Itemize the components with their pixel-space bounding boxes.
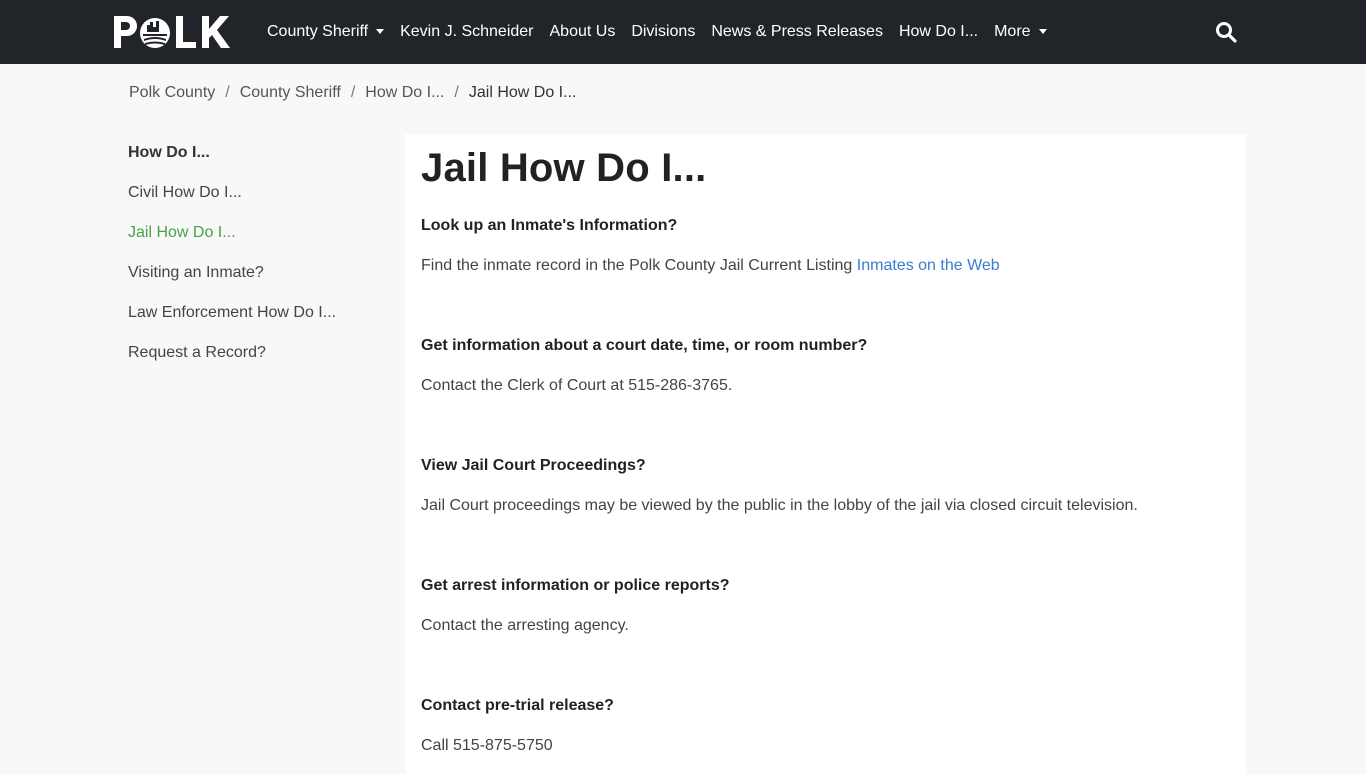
breadcrumb-how-do-i[interactable]: How Do I... — [365, 84, 444, 102]
nav-more-label: More — [994, 23, 1031, 40]
breadcrumb-separator: / — [225, 84, 230, 101]
top-navbar: County Sheriff Kevin J. Schneider About … — [0, 0, 1366, 64]
nav-about-us[interactable]: About Us — [542, 23, 624, 41]
search-button[interactable] — [1212, 18, 1240, 46]
faq-question: Get arrest information or police reports… — [421, 577, 730, 594]
breadcrumb-county-sheriff[interactable]: County Sheriff — [240, 84, 341, 102]
faq-question: Contact pre-trial release? — [421, 697, 614, 714]
sidebar-item-civil[interactable]: Civil How Do I... — [128, 180, 388, 220]
nav-divisions[interactable]: Divisions — [623, 23, 703, 41]
faq-section: Look up an Inmate's Information? Find th… — [421, 214, 1231, 278]
search-icon — [1216, 22, 1237, 43]
breadcrumb-separator: / — [350, 84, 356, 101]
polk-logo[interactable] — [112, 12, 244, 52]
faq-section: View Jail Court Proceedings? Jail Court … — [421, 454, 1231, 518]
page-title: Jail How Do I... — [421, 146, 707, 190]
sidebar-item-law-enforcement[interactable]: Law Enforcement How Do I... — [128, 300, 388, 340]
main-nav: County Sheriff Kevin J. Schneider About … — [259, 0, 1055, 64]
faq-answer: Jail Court proceedings may be viewed by … — [421, 497, 1138, 514]
faq-question: Get information about a court date, time… — [421, 337, 868, 354]
inmates-on-the-web-link[interactable]: Inmates on the Web — [857, 257, 1000, 274]
nav-more[interactable]: More — [986, 23, 1054, 41]
nav-divisions-label: Divisions — [631, 23, 696, 40]
nav-news-press[interactable]: News & Press Releases — [703, 23, 891, 41]
sidebar-item-jail[interactable]: Jail How Do I... — [128, 220, 388, 260]
sidebar-item-request-record[interactable]: Request a Record? — [128, 340, 388, 380]
faq-answer: Find the inmate record in the Polk Count… — [421, 254, 1231, 278]
caret-down-icon — [1038, 28, 1047, 34]
faq-question: View Jail Court Proceedings? — [421, 457, 646, 474]
nav-kevin-schneider-label: Kevin J. Schneider — [400, 23, 534, 40]
sidebar-nav: How Do I... Civil How Do I... Jail How D… — [128, 140, 388, 380]
faq-section: Get information about a court date, time… — [421, 334, 1231, 398]
faq-section: Get arrest information or police reports… — [421, 574, 1231, 638]
nav-kevin-schneider[interactable]: Kevin J. Schneider — [392, 23, 541, 41]
faq-question: Look up an Inmate's Information? — [421, 217, 678, 234]
main-content: Jail How Do I... Look up an Inmate's Inf… — [405, 134, 1246, 774]
sidebar-heading-how-do-i[interactable]: How Do I... — [128, 140, 388, 180]
faq-section: Contact pre-trial release? Call 515-875-… — [421, 694, 1231, 758]
nav-how-do-i-label: How Do I... — [898, 23, 979, 40]
breadcrumb-separator: / — [454, 84, 459, 101]
faq-answer: Contact the Clerk of Court at 515-286-37… — [421, 377, 733, 394]
nav-county-sheriff[interactable]: County Sheriff — [259, 23, 392, 41]
sidebar-item-visiting-inmate[interactable]: Visiting an Inmate? — [128, 260, 388, 300]
nav-news-press-label: News & Press Releases — [711, 23, 883, 40]
faq-answer-text: Find the inmate record in the Polk Count… — [421, 257, 853, 274]
breadcrumb-current: Jail How Do I... — [468, 84, 577, 101]
nav-about-us-label: About Us — [549, 23, 616, 40]
breadcrumb: Polk County / County Sheriff / How Do I.… — [129, 82, 576, 104]
breadcrumb-polk-county[interactable]: Polk County — [129, 84, 215, 102]
nav-how-do-i[interactable]: How Do I... — [891, 23, 986, 41]
polk-logo-icon — [114, 16, 230, 48]
faq-answer: Call 515-875-5750 — [421, 737, 553, 754]
faq-answer: Contact the arresting agency. — [421, 617, 629, 634]
caret-down-icon — [376, 28, 385, 34]
nav-county-sheriff-label: County Sheriff — [267, 23, 369, 40]
